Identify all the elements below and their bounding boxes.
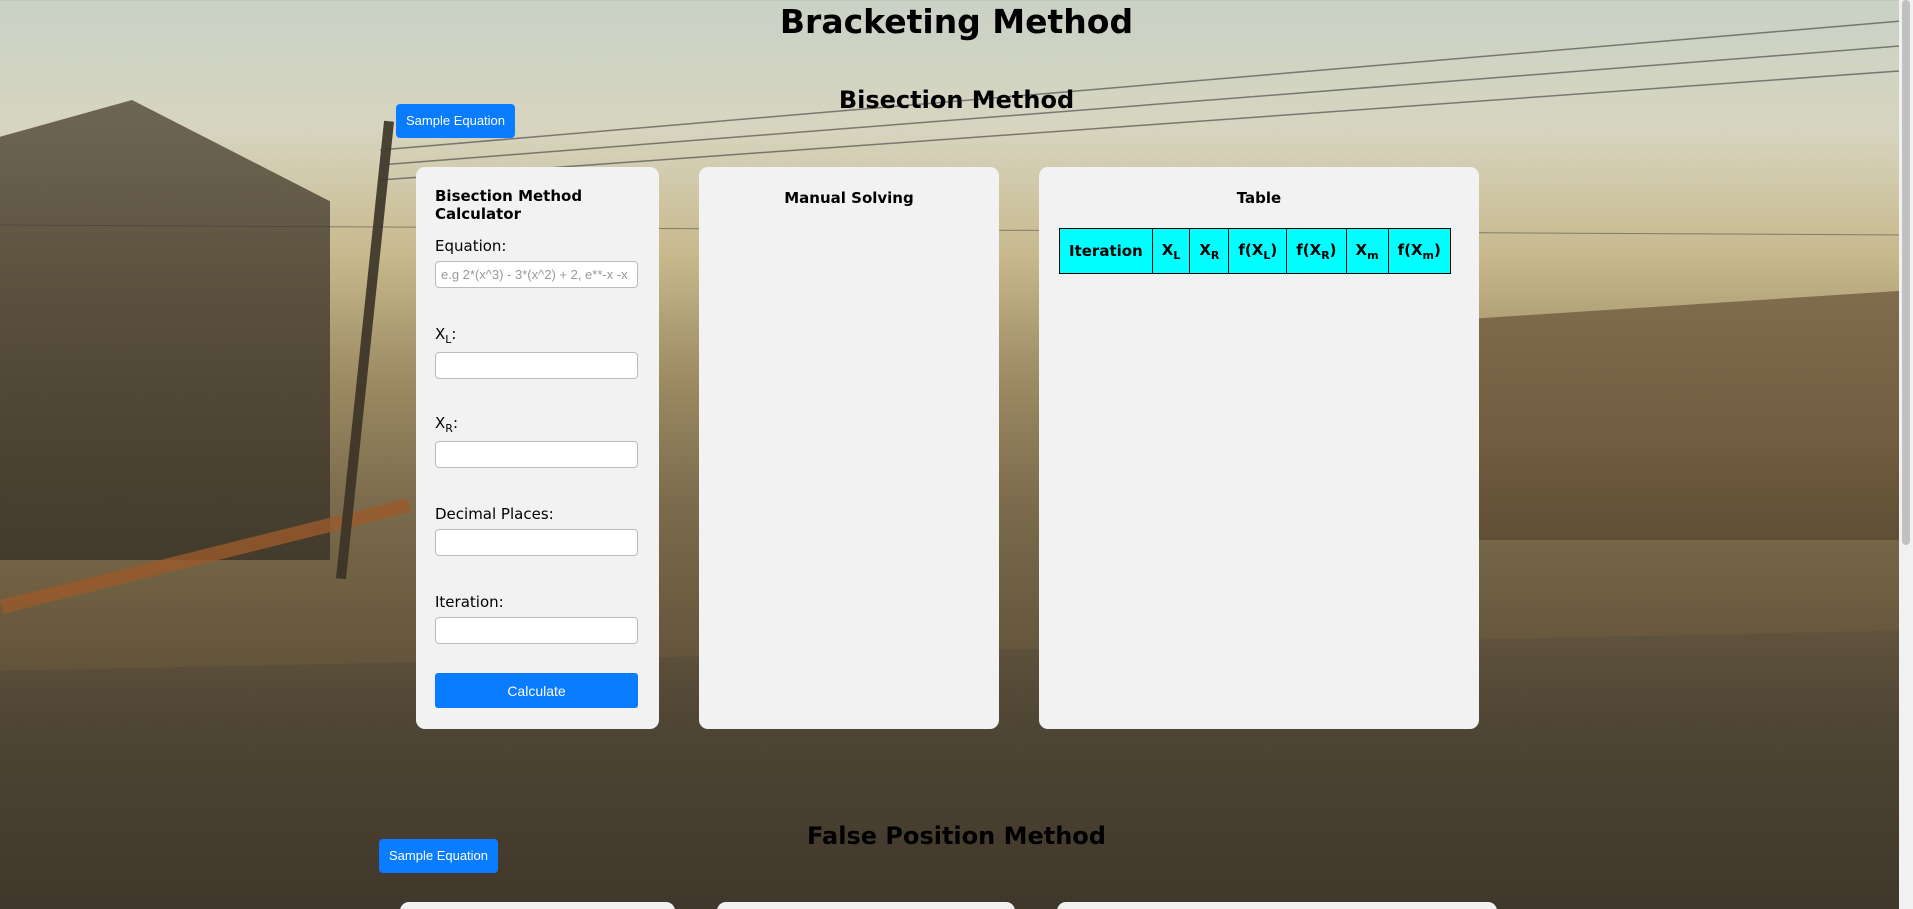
- false-position-manual-panel: [717, 902, 1015, 909]
- decimal-places-input[interactable]: [435, 529, 638, 556]
- header-xr: XR: [1189, 228, 1230, 274]
- header-f-xm: f(Xm): [1387, 228, 1451, 274]
- manual-solving-panel: Manual Solving: [699, 167, 999, 729]
- page-scrollbar[interactable]: [1899, 0, 1913, 909]
- false-position-calculator-panel: [400, 902, 675, 909]
- false-position-sample-equation-button[interactable]: Sample Equation: [379, 839, 499, 873]
- bisection-calculator-panel: Bisection Method Calculator Equation: XL…: [416, 167, 659, 729]
- header-iteration: Iteration: [1059, 228, 1153, 274]
- scrollbar-thumb[interactable]: [1902, 0, 1910, 545]
- decimal-places-label: Decimal Places:: [435, 505, 554, 523]
- xr-input[interactable]: [435, 441, 638, 468]
- bisection-sample-equation-button[interactable]: Sample Equation: [396, 104, 516, 138]
- bisection-section-title: Bisection Method: [838, 86, 1075, 114]
- results-table: Iteration XL XR f(XL) f(XR) Xm f(Xm): [1059, 228, 1451, 274]
- header-xm: Xm: [1345, 228, 1389, 274]
- calculate-button[interactable]: Calculate: [435, 673, 638, 708]
- table-panel: Table Iteration XL XR f(XL) f(XR) Xm f(X…: [1039, 167, 1479, 729]
- manual-solving-title: Manual Solving: [784, 189, 914, 207]
- page-title: Bracketing Method: [779, 2, 1134, 41]
- table-header-row: Iteration XL XR f(XL) f(XR) Xm f(Xm): [1059, 228, 1451, 274]
- header-xl: XL: [1151, 228, 1191, 274]
- table-title: Table: [1236, 189, 1282, 207]
- equation-input[interactable]: [435, 261, 638, 288]
- background-house-right: [1453, 290, 1913, 540]
- header-f-xr: f(XR): [1286, 228, 1347, 274]
- equation-label: Equation:: [435, 237, 507, 255]
- xl-label: XL:: [435, 325, 457, 346]
- iteration-input[interactable]: [435, 617, 638, 644]
- calculator-title: Bisection Method Calculator: [435, 187, 583, 223]
- background-house-left: [0, 100, 330, 560]
- xl-input[interactable]: [435, 352, 638, 379]
- false-position-table-panel: [1057, 902, 1497, 909]
- false-position-section-title: False Position Method: [807, 822, 1106, 850]
- header-f-xl: f(XL): [1228, 228, 1288, 274]
- iteration-label: Iteration:: [435, 593, 504, 611]
- xr-label: XR:: [435, 414, 458, 435]
